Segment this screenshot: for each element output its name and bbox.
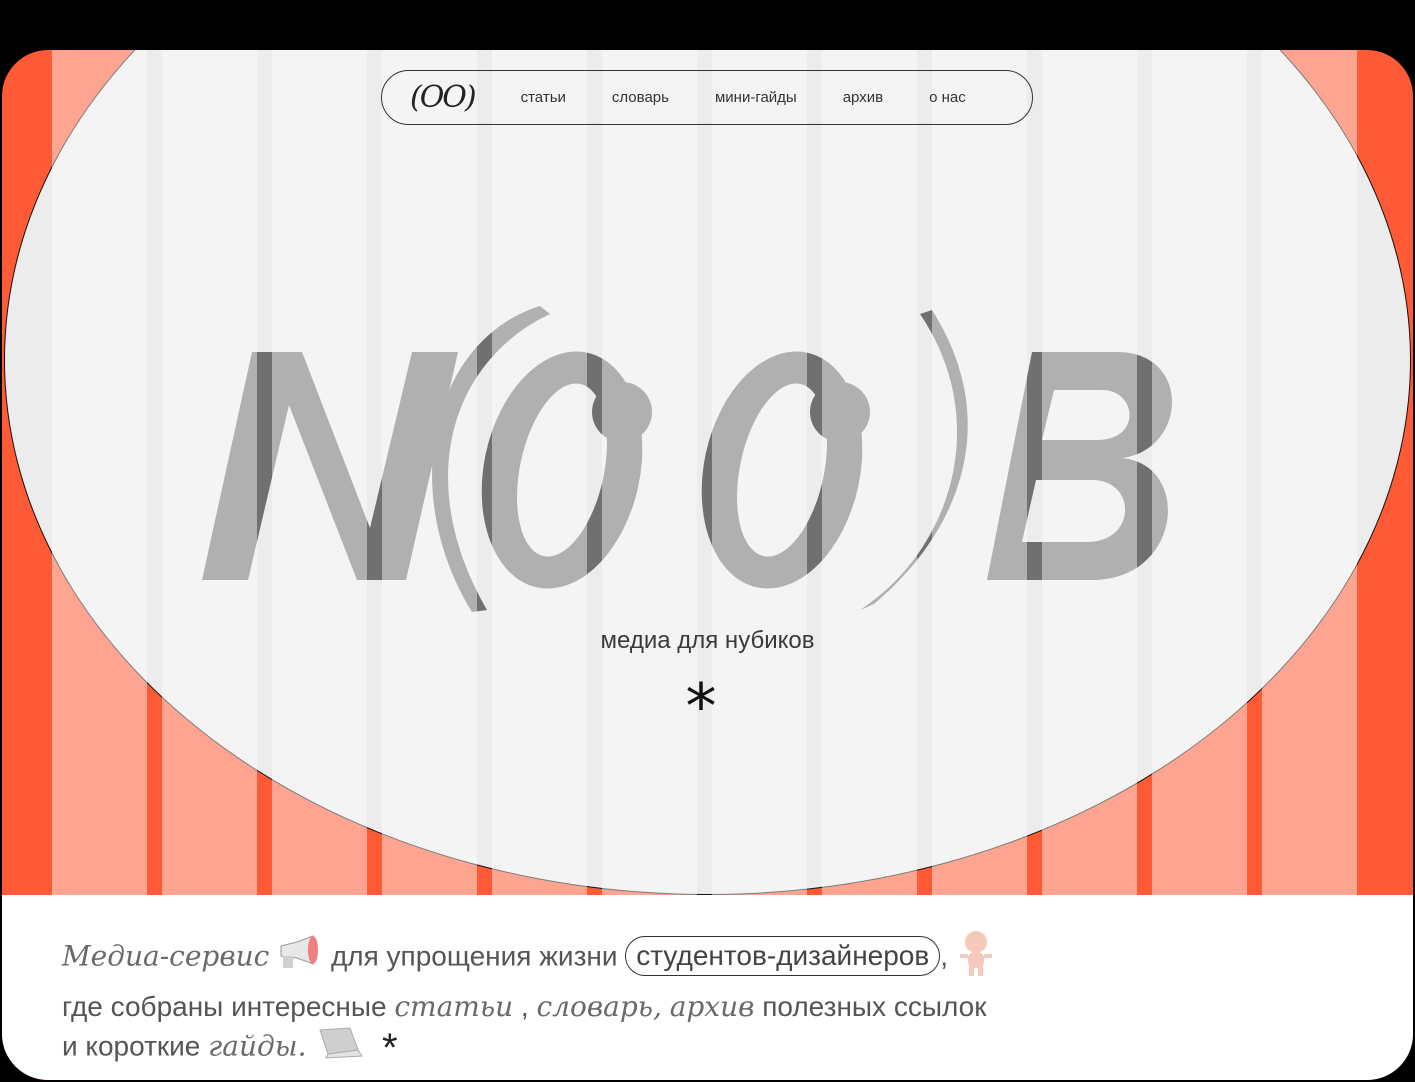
laptop-icon <box>314 1026 364 1070</box>
link-articles[interactable]: статьи <box>394 990 513 1023</box>
nav-item-dictionary[interactable]: словарь <box>612 89 669 106</box>
logo-letter-b <box>987 352 1172 580</box>
desc-part3: где собраны интересные <box>62 991 387 1022</box>
link-archive[interactable]: архив <box>670 990 755 1023</box>
desc-media-service: Медиа-сервис <box>62 939 270 973</box>
footer-asterisk: * <box>382 1026 398 1071</box>
nav-item-articles[interactable]: статьи <box>521 89 566 106</box>
link-guides[interactable]: гайды. <box>208 1029 306 1062</box>
nav-item-mini-guides[interactable]: мини-гайды <box>715 89 797 106</box>
designers-pill[interactable]: студентов-дизайнеров <box>625 936 941 977</box>
desc-comma-2: , <box>513 991 537 1022</box>
desc-comma: , <box>940 940 949 972</box>
hero-asterisk: * <box>685 670 717 743</box>
logo-letter-n <box>202 352 458 580</box>
link-dictionary[interactable]: словарь, <box>536 990 661 1023</box>
hero-logo <box>2 300 1413 640</box>
desc-part4: полезных ссылок <box>762 991 987 1022</box>
megaphone-icon <box>277 934 323 982</box>
description-text: Медиа-сервис для упрощения жизни студент… <box>62 928 1262 1070</box>
desc-part2: для упрощения жизни <box>330 940 618 972</box>
top-navigation: (OO) статьи словарь мини-гайды архив о н… <box>381 70 1033 125</box>
hero-tagline: медиа для нубиков <box>600 627 815 654</box>
nav-logo[interactable]: (OO) <box>410 80 477 115</box>
nav-item-archive[interactable]: архив <box>843 89 883 106</box>
desc-part5: и короткие <box>62 1030 201 1062</box>
app-frame: (OO) статьи словарь мини-гайды архив о н… <box>2 50 1413 1080</box>
doll-icon <box>956 928 996 988</box>
nav-item-about[interactable]: о нас <box>929 89 966 106</box>
logo-right-paren <box>860 310 968 610</box>
